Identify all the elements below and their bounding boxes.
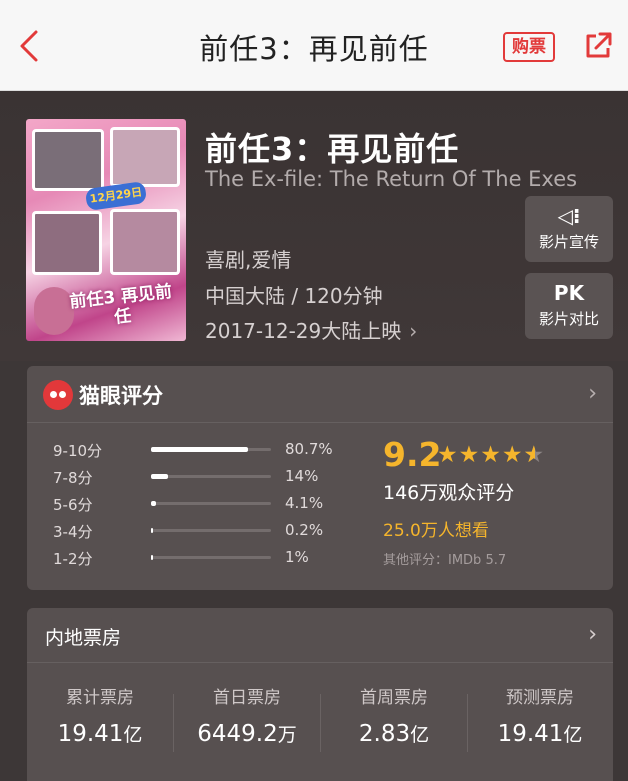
release-date: 2017-12-29大陆上映: [205, 319, 402, 343]
poster-photo: [32, 211, 102, 275]
rating-bar-fill: [151, 501, 156, 506]
star-icon: ★: [458, 442, 481, 468]
rating-bar-fill: [151, 555, 153, 560]
rating-bar-track: [151, 528, 271, 533]
stat-value: 19.41亿: [57, 721, 143, 747]
rating-bar-fill: [151, 447, 248, 452]
poster-title-art: 前任3 再见前任: [68, 281, 173, 328]
rating-stars: ★★★★★: [437, 442, 545, 468]
rating-range-label: 3-4分: [53, 523, 93, 541]
chevron-right-icon: ›: [588, 622, 597, 647]
movie-promo-label: 影片宣传: [538, 233, 599, 251]
star-icon: ★: [480, 442, 502, 468]
star-icon: ★: [437, 442, 459, 468]
audience-rating-count: 146万观众评分: [383, 482, 515, 504]
movie-poster[interactable]: 12月29日 前任3 再见前任: [26, 119, 186, 341]
box-office-stat: 首日票房 6449.2万: [174, 683, 320, 747]
rating-range-label: 1-2分: [53, 550, 93, 568]
rating-range-label: 9-10分: [53, 442, 103, 460]
chevron-right-icon: ›: [409, 319, 418, 343]
movie-compare-label: 影片对比: [538, 310, 599, 328]
stat-value: 2.83亿: [358, 721, 430, 747]
share-icon[interactable]: [582, 30, 614, 62]
rating-percent: 80.7%: [285, 440, 333, 458]
rating-percent: 14%: [285, 467, 319, 485]
poster-photo: [110, 209, 180, 275]
poster-photo: [110, 127, 180, 187]
box-office-stat: 首周票房 2.83亿: [321, 683, 467, 747]
box-office-card[interactable]: 内地票房 › 累计票房 19.41亿 首日票房 6449.2万 首周票房 2.8…: [27, 608, 613, 781]
rating-bar-fill: [151, 528, 153, 533]
rating-bar-track: [151, 474, 271, 479]
stat-value: 19.41亿: [497, 721, 583, 747]
speaker-icon: ◁⁝: [557, 204, 581, 228]
rating-percent: 4.1%: [285, 494, 324, 512]
box-office-stat: 预测票房 19.41亿: [467, 683, 613, 747]
star-icon: ★: [501, 442, 524, 468]
box-office-stat: 累计票房 19.41亿: [27, 683, 173, 747]
stat-label: 累计票房: [66, 688, 134, 708]
half-star-icon: ★: [524, 442, 546, 468]
rating-bar-track: [151, 501, 271, 506]
rating-bar-fill: [151, 474, 168, 479]
box-office-header: 内地票房 ›: [27, 608, 613, 663]
rating-title: 猫眼评分: [79, 384, 163, 408]
want-to-see-count: 25.0万人想看: [383, 521, 489, 541]
movie-title: 前任3：再见前任: [205, 130, 460, 168]
rating-percent: 0.2%: [285, 521, 324, 539]
release-date-link[interactable]: 2017-12-29大陆上映 ›: [205, 315, 417, 344]
stat-label: 预测票房: [506, 688, 574, 708]
stat-value: 6449.2万: [197, 721, 297, 747]
rating-range-label: 5-6分: [53, 496, 93, 514]
box-office-title: 内地票房: [45, 627, 122, 649]
maoyan-cat-logo-icon: [43, 380, 73, 410]
chevron-right-icon: ›: [588, 381, 597, 406]
stat-label: 首周票房: [360, 688, 428, 708]
rating-score: 9.2: [383, 435, 442, 474]
stat-label: 首日票房: [213, 688, 281, 708]
other-ratings: 其他评分：IMDb 5.7: [383, 553, 507, 568]
rating-bar-track: [151, 447, 271, 452]
rating-range-label: 7-8分: [53, 469, 93, 487]
movie-hero: 12月29日 前任3 再见前任 前任3：再见前任 The Ex-file: Th…: [0, 91, 628, 361]
movie-genre: 喜剧,爱情: [205, 248, 292, 272]
top-navigation-bar: 前任3：再见前任 购票: [0, 0, 628, 91]
rating-bar-track: [151, 555, 271, 560]
movie-compare-button[interactable]: PK 影片对比: [525, 273, 613, 339]
poster-photo: [32, 129, 104, 191]
movie-english-title: The Ex-file: The Return Of The Exes: [205, 167, 578, 191]
movie-promo-button[interactable]: ◁⁝ 影片宣传: [525, 196, 613, 262]
rating-header: 猫眼评分 ›: [27, 366, 613, 423]
rating-percent: 1%: [285, 548, 309, 566]
movie-region-duration: 中国大陆 / 120分钟: [205, 284, 383, 308]
maoyan-rating-card[interactable]: 猫眼评分 › 9-10分 80.7% 7-8分 14% 5-6分 4.1% 3-4分 0.2%…: [27, 366, 613, 590]
pk-icon: PK: [553, 281, 585, 305]
buy-ticket-button[interactable]: 购票: [503, 32, 555, 62]
